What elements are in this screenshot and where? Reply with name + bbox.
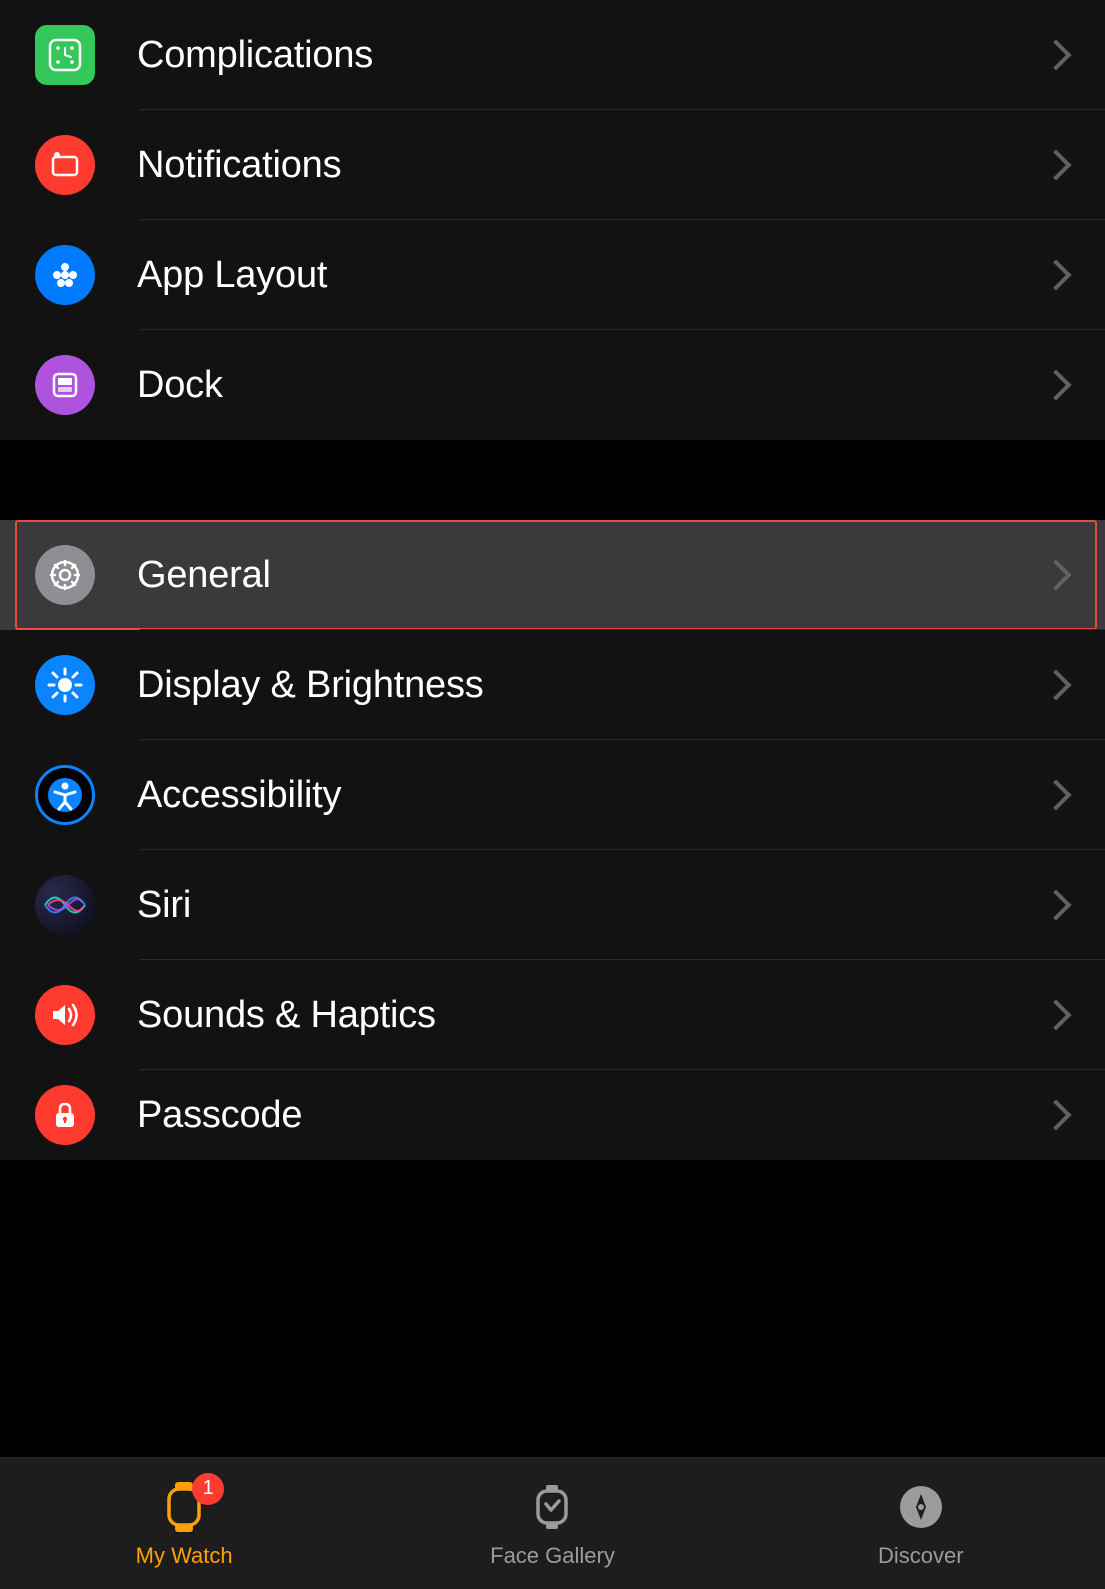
sounds-icon [35,985,95,1045]
complications-icon [35,25,95,85]
row-general[interactable]: General [0,520,1105,630]
row-label: Complications [137,34,1045,77]
row-label: App Layout [137,254,1045,297]
row-label: Passcode [137,1094,1045,1137]
chevron-right-icon [1040,669,1071,700]
chevron-right-icon [1040,259,1071,290]
chevron-right-icon [1040,369,1071,400]
row-label: Notifications [137,144,1045,187]
dock-icon [35,355,95,415]
row-notifications[interactable]: Notifications [0,110,1105,220]
row-sounds-haptics[interactable]: Sounds & Haptics [0,960,1105,1070]
row-app-layout[interactable]: App Layout [0,220,1105,330]
row-label: Siri [137,884,1045,927]
row-label: Display & Brightness [137,664,1045,707]
row-display-brightness[interactable]: Display & Brightness [0,630,1105,740]
face-gallery-icon [524,1479,580,1535]
app-layout-icon [35,245,95,305]
brightness-icon [35,655,95,715]
tab-label: Discover [878,1543,964,1569]
siri-icon [35,875,95,935]
watch-icon: 1 [156,1479,212,1535]
chevron-right-icon [1040,779,1071,810]
chevron-right-icon [1040,559,1071,590]
tab-face-gallery[interactable]: Face Gallery [368,1479,736,1569]
chevron-right-icon [1040,1099,1071,1130]
row-passcode[interactable]: Passcode [0,1070,1105,1160]
settings-section-2: General [0,520,1105,1160]
row-label: General [137,554,1045,597]
row-label: Dock [137,364,1045,407]
settings-section-1: Complications Notifications [0,0,1105,440]
notifications-icon [35,135,95,195]
general-icon [35,545,95,605]
notification-badge: 1 [192,1473,224,1505]
row-label: Sounds & Haptics [137,994,1045,1037]
row-complications[interactable]: Complications [0,0,1105,110]
tab-label: Face Gallery [490,1543,615,1569]
accessibility-icon [35,765,95,825]
tab-label: My Watch [136,1543,233,1569]
chevron-right-icon [1040,999,1071,1030]
row-accessibility[interactable]: Accessibility [0,740,1105,850]
chevron-right-icon [1040,149,1071,180]
tab-my-watch[interactable]: 1 My Watch [0,1479,368,1569]
chevron-right-icon [1040,889,1071,920]
tab-discover[interactable]: Discover [737,1479,1105,1569]
discover-icon [893,1479,949,1535]
row-siri[interactable]: Siri [0,850,1105,960]
chevron-right-icon [1040,39,1071,70]
row-dock[interactable]: Dock [0,330,1105,440]
passcode-icon [35,1085,95,1145]
tab-bar: 1 My Watch Face Gallery Discover [0,1457,1105,1589]
row-label: Accessibility [137,774,1045,817]
